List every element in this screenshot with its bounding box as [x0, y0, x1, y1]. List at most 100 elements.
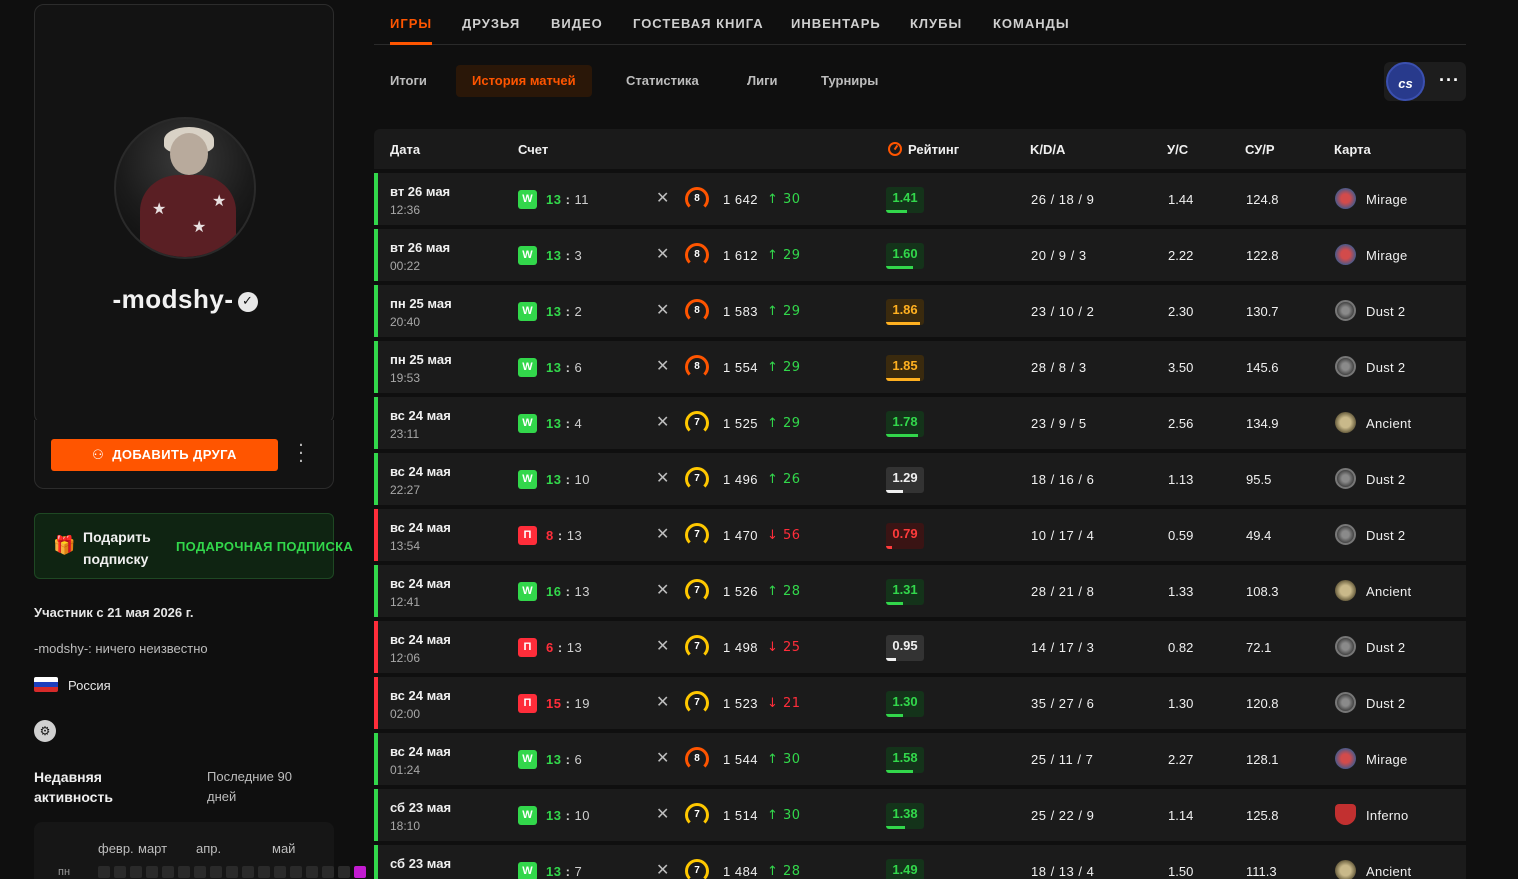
subtab-tournaments[interactable]: Турниры — [805, 65, 894, 97]
rating-bar — [886, 434, 919, 437]
rating-bar — [886, 210, 907, 213]
skill-level-icon: 7 — [685, 411, 709, 435]
activity-cell[interactable] — [194, 866, 206, 878]
sub-tabs: Итоги История матчей Статистика Лиги Тур… — [374, 62, 1466, 102]
gift-subscription-button[interactable]: ПОДАРОЧНАЯ ПОДПИСКА — [176, 539, 353, 554]
activity-cell[interactable] — [290, 866, 302, 878]
kr-ratio: 1.33 — [1168, 584, 1194, 599]
activity-cell[interactable] — [210, 866, 222, 878]
activity-range[interactable]: Последние 90 дней — [207, 767, 317, 807]
kda: 28 / 21 / 8 — [1031, 584, 1095, 599]
activity-cell[interactable] — [338, 866, 350, 878]
tab-games[interactable]: ИГРЫ — [390, 16, 433, 45]
match-score: 13 : 6 — [546, 360, 583, 375]
match-time: 20:40 — [390, 315, 421, 329]
rating-badge: 1.30 — [886, 691, 924, 717]
avatar[interactable]: ★ ★ ★ — [114, 117, 256, 259]
profile-more-icon[interactable]: · · · — [297, 437, 305, 471]
activity-cell[interactable] — [114, 866, 126, 878]
table-row[interactable]: сб 23 мая 18:10 W 13 : 10 ✕ 7 1 514 ↑ 30 1.38 25 … — [374, 789, 1466, 841]
skill-level-icon: 8 — [685, 355, 709, 379]
match-time: 22:27 — [390, 483, 421, 497]
table-row[interactable]: вс 24 мая 12:06 П 6 : 13 ✕ 7 1 498 ↓ 25 0.95 14 /… — [374, 621, 1466, 673]
table-row[interactable]: вс 24 мая 22:27 W 13 : 10 ✕ 7 1 496 ↑ 26 1.29 18 … — [374, 453, 1466, 505]
kda: 28 / 8 / 3 — [1031, 360, 1087, 375]
result-badge: W — [518, 862, 537, 879]
tab-clubs[interactable]: КЛУБЫ — [910, 16, 962, 31]
game-switcher[interactable]: cs ··· — [1384, 62, 1466, 101]
gift-subscription-card[interactable]: 🎁 Подарить подписку ПОДАРОЧНАЯ ПОДПИСКА — [34, 513, 353, 579]
table-row[interactable]: вт 26 мая 00:22 W 13 : 3 ✕ 8 1 612 ↑ 29 1.60 20 /… — [374, 229, 1466, 281]
subtab-leagues[interactable]: Лиги — [731, 65, 794, 97]
result-badge: W — [518, 806, 537, 825]
skill-level-icon: 7 — [685, 803, 709, 827]
activity-cell[interactable] — [226, 866, 238, 878]
activity-cell[interactable] — [354, 866, 366, 878]
table-row[interactable]: вс 24 мая 23:11 W 13 : 4 ✕ 7 1 525 ↑ 29 1.78 23 /… — [374, 397, 1466, 449]
table-row[interactable]: вс 24 мая 02:00 П 15 : 19 ✕ 7 1 523 ↓ 21 1.30 35 … — [374, 677, 1466, 729]
nickname-row: -modshy- ✓ — [35, 284, 335, 315]
activity-cell[interactable] — [322, 866, 334, 878]
activity-cell[interactable] — [98, 866, 110, 878]
steam-icon[interactable]: ⚙ — [34, 720, 56, 742]
activity-cell[interactable] — [178, 866, 190, 878]
tab-guestbook[interactable]: ГОСТЕВАЯ КНИГА — [633, 16, 764, 31]
rating-badge: 1.86 — [886, 299, 924, 325]
rating-bar — [886, 602, 904, 605]
table-row[interactable]: вс 24 мая 01:24 W 13 : 6 ✕ 8 1 544 ↑ 30 1.58 25 /… — [374, 733, 1466, 785]
kr-ratio: 1.44 — [1168, 192, 1194, 207]
activity-cell[interactable] — [258, 866, 270, 878]
elo: 1 498 — [723, 640, 759, 655]
add-friend-button[interactable]: ⚇ ДОБАВИТЬ ДРУГА — [51, 439, 278, 471]
activity-cell[interactable] — [306, 866, 318, 878]
more-icon[interactable]: ··· — [1439, 70, 1460, 91]
elo: 1 642 — [723, 192, 759, 207]
elo: 1 525 — [723, 416, 759, 431]
elo: 1 583 — [723, 304, 759, 319]
country-name: Россия — [68, 678, 111, 693]
skill-level-icon: 8 — [685, 243, 709, 267]
adr: 134.9 — [1246, 416, 1279, 431]
star-icon: ★ — [212, 191, 227, 210]
kda: 20 / 9 / 3 — [1031, 248, 1087, 263]
table-row[interactable]: вт 26 мая 12:36 W 13 : 11 ✕ 8 1 642 ↑ 30 1.41 26 … — [374, 173, 1466, 225]
table-row[interactable]: сб 23 мая W 13 : 7 ✕ 7 1 484 ↑ 28 1.49 18 / 13 /… — [374, 845, 1466, 879]
activity-cell[interactable] — [130, 866, 142, 878]
adr: 95.5 — [1246, 472, 1272, 487]
subtab-statistics[interactable]: Статистика — [610, 65, 715, 97]
rating-badge: 0.79 — [886, 523, 924, 549]
tab-video[interactable]: ВИДЕО — [551, 16, 603, 31]
map-name: Mirage — [1366, 248, 1408, 263]
subtab-match-history[interactable]: История матчей — [456, 65, 592, 97]
table-row[interactable]: пн 25 мая 20:40 W 13 : 2 ✕ 8 1 583 ↑ 29 1.86 23 /… — [374, 285, 1466, 337]
activity-cell[interactable] — [242, 866, 254, 878]
table-row[interactable]: вс 24 мая 12:41 W 16 : 13 ✕ 7 1 526 ↑ 28 1.31 28 … — [374, 565, 1466, 617]
map-name: Dust 2 — [1366, 640, 1406, 655]
activity-cell[interactable] — [162, 866, 174, 878]
tab-inventory[interactable]: ИНВЕНТАРЬ — [791, 16, 881, 31]
kr-ratio: 0.82 — [1168, 640, 1194, 655]
kr-ratio: 1.14 — [1168, 808, 1194, 823]
kr-ratio: 2.56 — [1168, 416, 1194, 431]
elo-change: ↑ 28 — [767, 584, 801, 599]
map-icon — [1335, 244, 1356, 265]
activity-cell[interactable] — [274, 866, 286, 878]
subtab-summary[interactable]: Итоги — [374, 65, 443, 97]
kr-ratio: 1.50 — [1168, 864, 1194, 879]
match-time: 12:41 — [390, 595, 421, 609]
tab-teams[interactable]: КОМАНДЫ — [993, 16, 1070, 31]
header-date: Дата — [390, 142, 421, 157]
table-row[interactable]: вс 24 мая 13:54 П 8 : 13 ✕ 7 1 470 ↓ 56 0.79 10 /… — [374, 509, 1466, 561]
kr-ratio: 2.22 — [1168, 248, 1194, 263]
map-icon — [1335, 468, 1356, 489]
rating-bar — [886, 770, 913, 773]
kr-ratio: 1.30 — [1168, 696, 1194, 711]
kda: 35 / 27 / 6 — [1031, 696, 1095, 711]
tab-friends[interactable]: ДРУЗЬЯ — [462, 16, 520, 31]
table-row[interactable]: пн 25 мая 19:53 W 13 : 6 ✕ 8 1 554 ↑ 29 1.85 28 /… — [374, 341, 1466, 393]
map-name: Dust 2 — [1366, 528, 1406, 543]
cs2-icon[interactable]: cs — [1386, 62, 1425, 101]
match-time: 01:24 — [390, 763, 421, 777]
kda: 18 / 16 / 6 — [1031, 472, 1095, 487]
activity-cell[interactable] — [146, 866, 158, 878]
